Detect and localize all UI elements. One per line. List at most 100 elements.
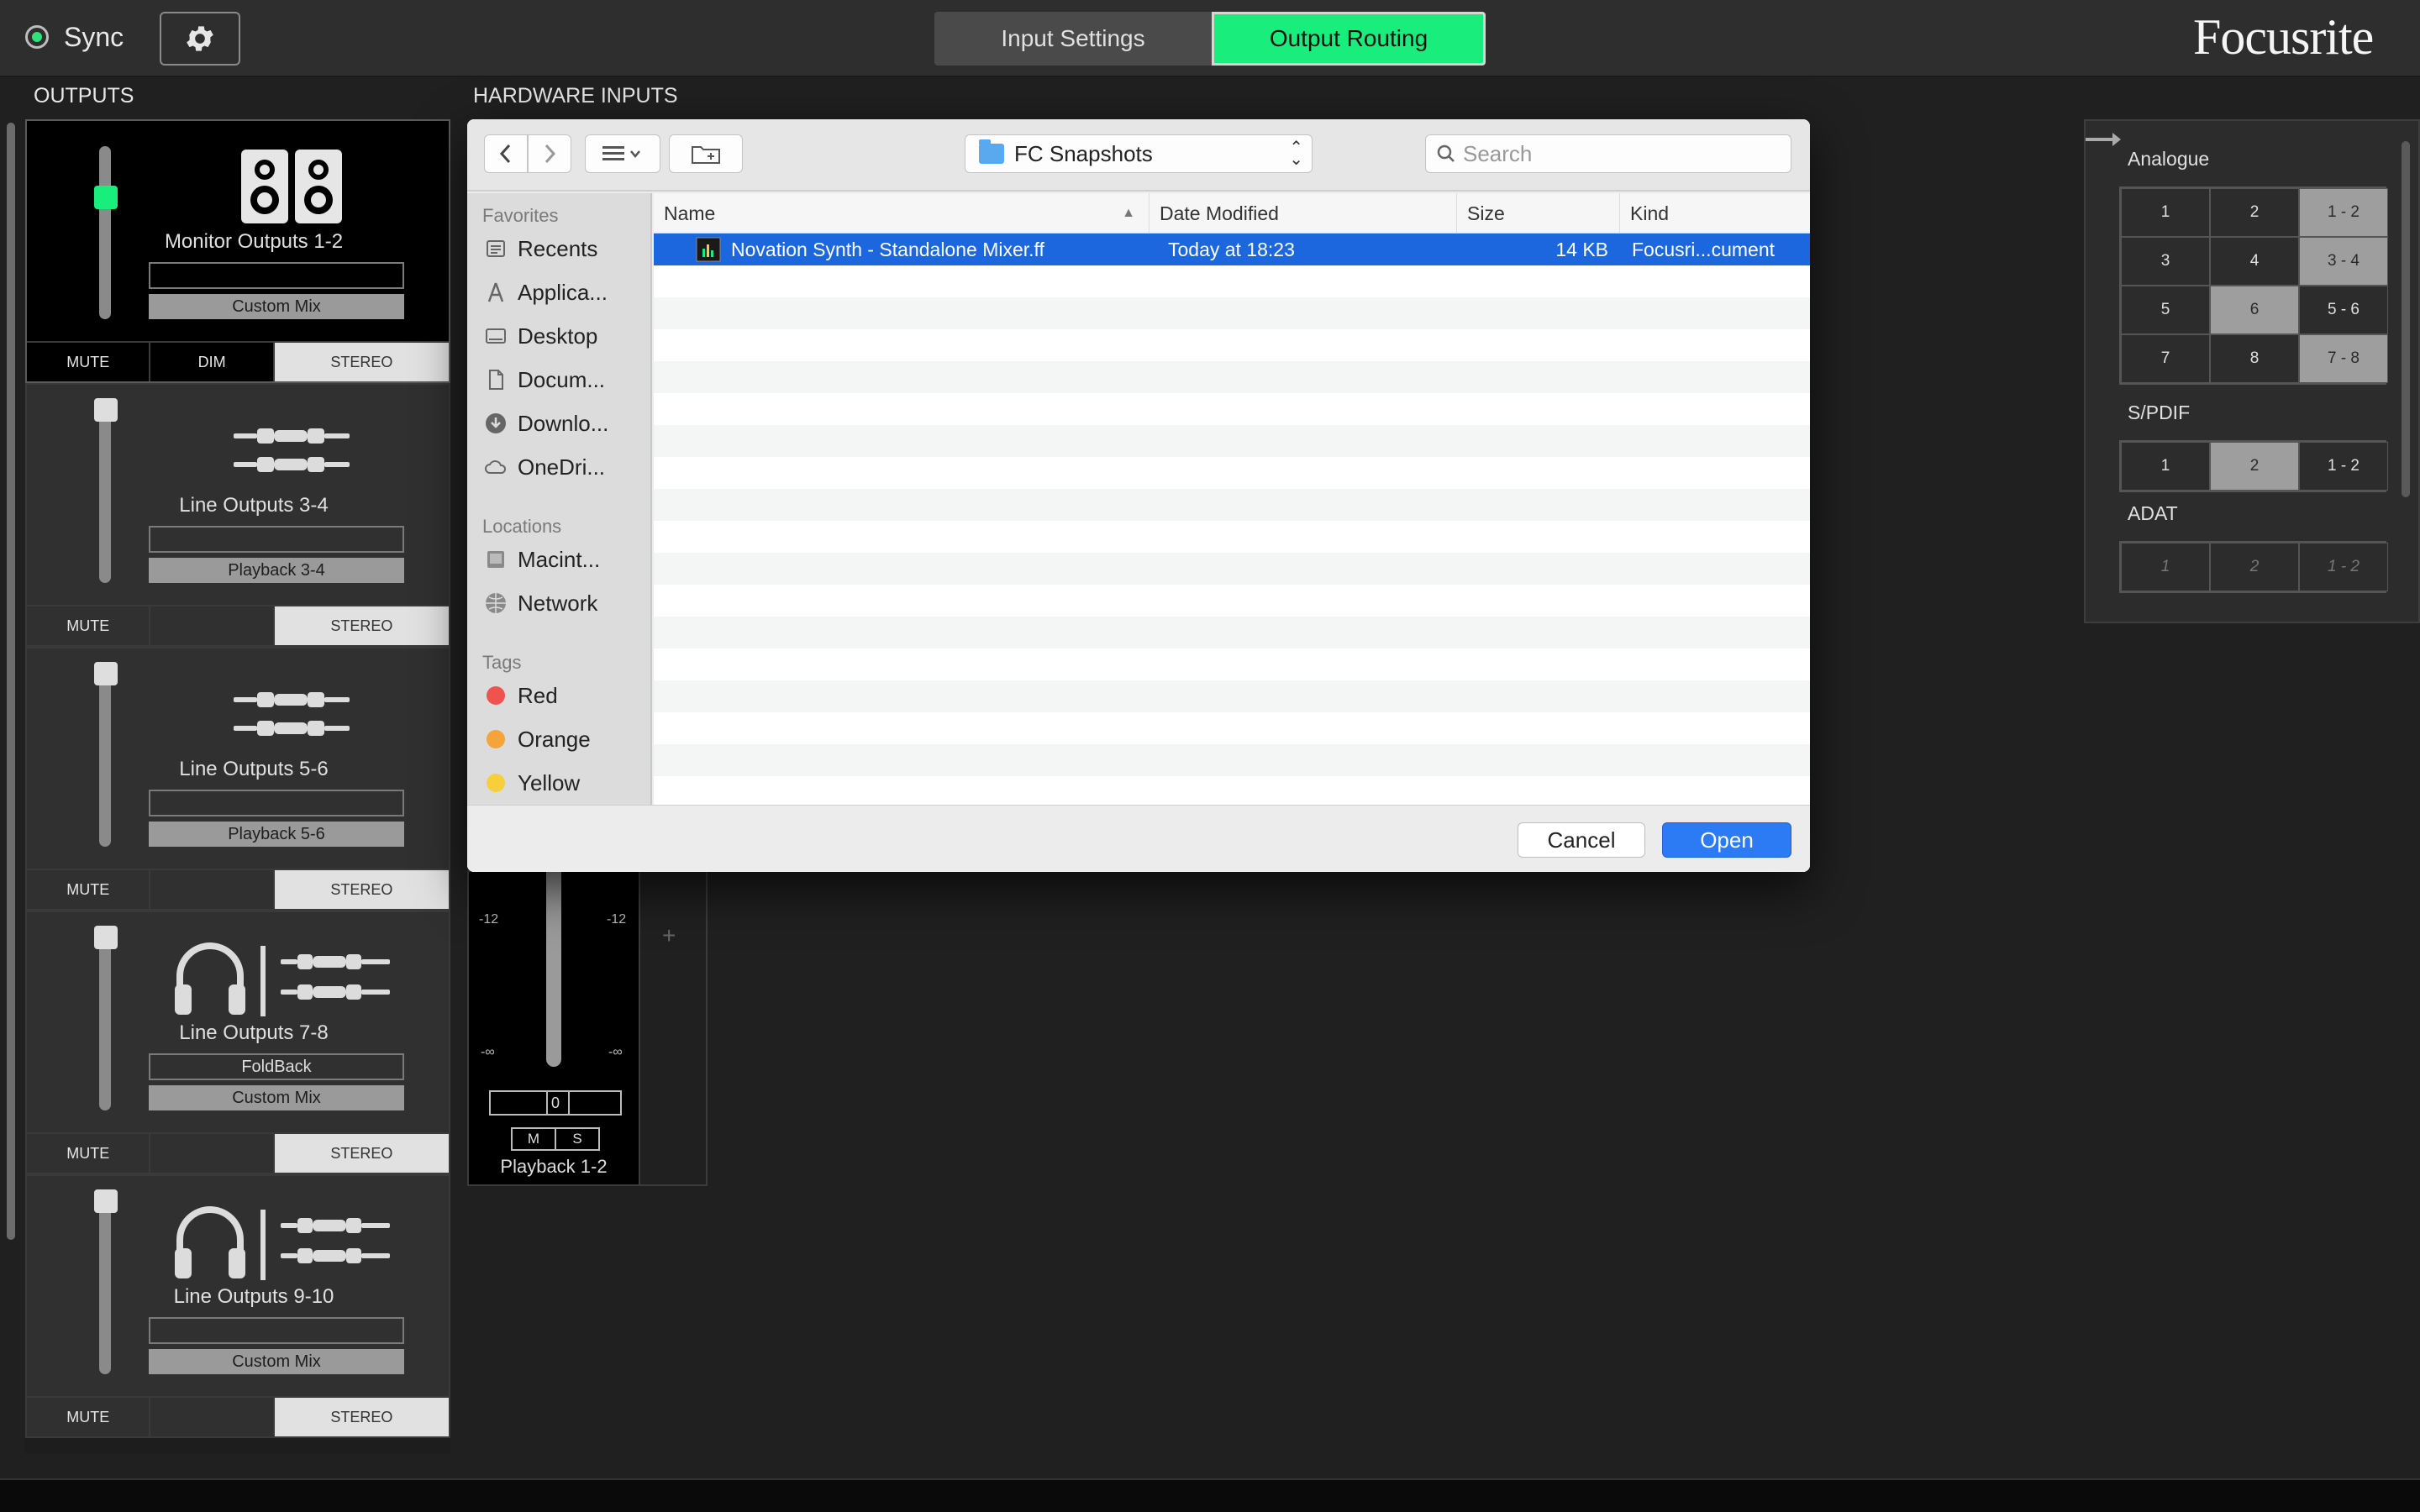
search-field[interactable] xyxy=(1425,134,1791,173)
add-mixer-channel-area[interactable]: + xyxy=(640,870,708,1186)
mute-button[interactable]: MUTE xyxy=(27,870,151,909)
file-list-header: Name ▲ Date Modified Size Kind xyxy=(654,193,1810,234)
input-cell[interactable]: 6 xyxy=(2210,286,2299,334)
sidebar-item-desktop[interactable]: Desktop xyxy=(482,319,597,353)
stereo-button[interactable]: STEREO xyxy=(274,870,450,909)
sidebar-item-tag-yellow[interactable]: Yellow xyxy=(482,766,580,800)
output-fader-knob[interactable] xyxy=(94,926,118,949)
column-header-kind[interactable]: Kind xyxy=(1620,193,1810,234)
sidebar-item-tag-orange[interactable]: Orange xyxy=(482,722,591,756)
mute-button[interactable]: MUTE xyxy=(27,1134,151,1173)
output-fader-track[interactable] xyxy=(99,937,111,1110)
stereo-button[interactable]: STEREO xyxy=(274,1134,450,1173)
tab-output-routing[interactable]: Output Routing xyxy=(1212,12,1486,66)
up-down-chevron-icon: ⌃ ⌄ xyxy=(1289,139,1303,169)
outputs-scrollbar[interactable] xyxy=(7,123,15,1240)
location-popup[interactable]: FC Snapshots ⌃ ⌄ xyxy=(965,134,1313,173)
tag-yellow-icon xyxy=(487,774,505,792)
sidebar-item-network[interactable]: Network xyxy=(482,586,597,620)
output-source-select[interactable]: Custom Mix xyxy=(149,294,404,319)
output-source-select[interactable]: Custom Mix xyxy=(149,1085,404,1110)
output-custom-name-field[interactable] xyxy=(149,1317,404,1344)
input-cell[interactable]: 3 xyxy=(2121,237,2210,286)
output-custom-name-field[interactable] xyxy=(149,262,404,289)
output-custom-name-field[interactable]: FoldBack xyxy=(149,1053,404,1080)
input-cell[interactable]: 2 xyxy=(2210,188,2299,237)
output-fader-track[interactable] xyxy=(99,146,111,319)
sidebar-item-macintosh-hd[interactable]: Macint... xyxy=(482,543,600,576)
file-list: Name ▲ Date Modified Size Kind Novation … xyxy=(654,193,1810,805)
forward-button[interactable] xyxy=(528,134,571,173)
output-strip-line-9-10: Line Outputs 9-10 Custom Mix MUTE STEREO xyxy=(25,1174,450,1438)
output-button-row: MUTE STEREO xyxy=(27,1396,450,1436)
recents-icon xyxy=(482,235,509,262)
output-fader-track[interactable] xyxy=(99,1201,111,1374)
settings-button[interactable] xyxy=(160,12,240,66)
column-header-date[interactable]: Date Modified xyxy=(1150,193,1457,234)
stereo-button[interactable]: STEREO xyxy=(274,343,450,381)
input-cell[interactable]: 5 - 6 xyxy=(2299,286,2388,334)
output-name: Line Outputs 3-4 xyxy=(179,494,329,517)
output-fader-knob[interactable] xyxy=(94,398,118,422)
sidebar-item-recents[interactable]: Recents xyxy=(482,232,597,265)
output-fader-knob[interactable] xyxy=(94,662,118,685)
output-source-select[interactable]: Custom Mix xyxy=(149,1349,404,1374)
output-fader-track[interactable] xyxy=(99,674,111,847)
output-custom-name-field[interactable] xyxy=(149,526,404,553)
mute-button[interactable]: MUTE xyxy=(27,343,151,381)
output-button-row: MUTE STEREO xyxy=(27,1132,450,1173)
search-icon xyxy=(1437,144,1455,162)
input-cell[interactable]: 2 xyxy=(2210,442,2299,491)
analogue-label: Analogue xyxy=(2128,148,2210,170)
mixer-gain-value[interactable]: 0 xyxy=(489,1090,622,1116)
sidebar-item-documents[interactable]: Docum... xyxy=(482,363,605,396)
file-row[interactable]: Novation Synth - Standalone Mixer.ff Tod… xyxy=(654,234,1810,265)
output-fader-knob[interactable] xyxy=(94,1189,118,1213)
input-cell[interactable]: 7 - 8 xyxy=(2299,334,2388,383)
sidebar-item-tag-red[interactable]: Red xyxy=(482,679,558,712)
stereo-button[interactable]: STEREO xyxy=(274,1398,450,1436)
hard-drive-icon xyxy=(482,546,509,573)
output-fader-track[interactable] xyxy=(99,410,111,583)
column-header-name[interactable]: Name ▲ xyxy=(654,193,1150,234)
back-button[interactable] xyxy=(484,134,528,173)
outputs-scrollbar-thumb[interactable] xyxy=(7,123,15,1240)
input-cell: 1 xyxy=(2121,543,2210,591)
input-cell[interactable]: 1 xyxy=(2121,442,2210,491)
sidebar-item-applications[interactable]: Applica... xyxy=(482,276,608,309)
input-cell[interactable]: 1 xyxy=(2121,188,2210,237)
sidebar-item-onedrive[interactable]: OneDri... xyxy=(482,450,605,484)
mute-button[interactable]: M xyxy=(513,1129,556,1149)
mixer-fader-track[interactable] xyxy=(546,872,561,1067)
column-header-size[interactable]: Size xyxy=(1457,193,1620,234)
mute-button[interactable]: MUTE xyxy=(27,606,151,645)
output-source-select[interactable]: Playback 3-4 xyxy=(149,558,404,583)
cancel-button[interactable]: Cancel xyxy=(1518,822,1645,858)
input-cell[interactable]: 3 - 4 xyxy=(2299,237,2388,286)
output-strip-line-3-4: Line Outputs 3-4 Playback 3-4 MUTE STERE… xyxy=(25,383,450,647)
mute-button[interactable]: MUTE xyxy=(27,1398,151,1436)
empty-button-slot xyxy=(150,870,275,909)
new-folder-button[interactable] xyxy=(669,134,743,173)
sidebar-item-label: Red xyxy=(518,682,558,708)
input-cell[interactable]: 7 xyxy=(2121,334,2210,383)
solo-button[interactable]: S xyxy=(556,1129,598,1149)
input-cell[interactable]: 1 - 2 xyxy=(2299,188,2388,237)
input-cell[interactable]: 4 xyxy=(2210,237,2299,286)
open-button[interactable]: Open xyxy=(1662,822,1791,858)
sidebar-item-downloads[interactable]: Downlo... xyxy=(482,407,608,440)
add-icon[interactable]: + xyxy=(662,922,676,949)
tab-input-settings[interactable]: Input Settings xyxy=(934,12,1212,66)
input-cell[interactable]: 1 - 2 xyxy=(2299,442,2388,491)
dim-button[interactable]: DIM xyxy=(150,343,275,381)
stereo-button[interactable]: STEREO xyxy=(274,606,450,645)
input-cell[interactable]: 8 xyxy=(2210,334,2299,383)
output-custom-name-field[interactable] xyxy=(149,790,404,816)
empty-row xyxy=(654,265,1810,297)
output-source-select[interactable]: Playback 5-6 xyxy=(149,822,404,847)
output-fader-knob[interactable] xyxy=(94,186,118,209)
search-input[interactable] xyxy=(1463,140,1774,167)
hardware-inputs-scrollbar[interactable] xyxy=(2402,141,2410,497)
view-options-button[interactable] xyxy=(585,134,660,173)
input-cell[interactable]: 5 xyxy=(2121,286,2210,334)
